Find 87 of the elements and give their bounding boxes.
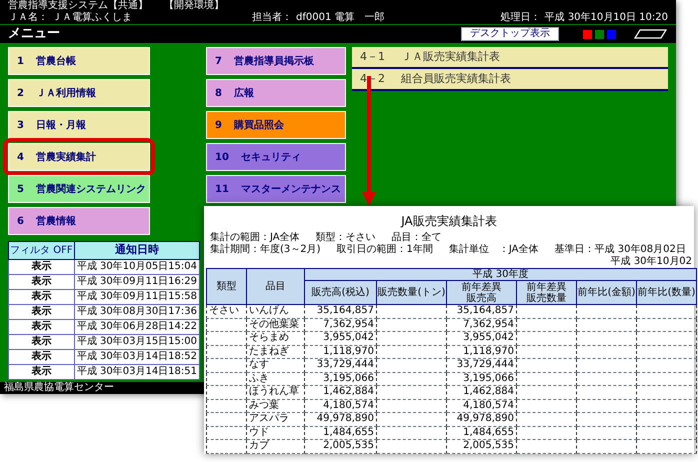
item-cell: みつ葉 — [249, 400, 279, 411]
prev-diff-cell: 3,955,042 — [463, 332, 514, 344]
table-cell: 平成 30年06月28日14:22 — [74, 319, 200, 334]
sales-cell: 35,164,857 — [316, 305, 374, 316]
item-cell: なす — [249, 359, 269, 370]
report-condition: 類型：そさい — [316, 232, 376, 244]
submenu-item[interactable]: 4－1 ＪＡ販売実績集計表 — [352, 47, 668, 69]
prev-diff-cell: 33,729,444 — [456, 359, 514, 370]
sales-cell: 3,195,066 — [323, 372, 374, 384]
column-header: 前年比(数量) — [636, 280, 696, 304]
sales-cell: 1,462,884 — [323, 386, 374, 398]
column-header: フィルタ OFF — [8, 242, 74, 259]
sales-cell: 49,978,890 — [316, 413, 374, 424]
table-cell: 平成 30年03月14日18:51 — [74, 364, 200, 379]
table-cell: 平成 30年03月14日18:52 — [74, 349, 200, 364]
processing-date: 平成 30年10月10日 10:20 — [544, 12, 668, 24]
table-cell: 平成 30年08月30日17:36 — [74, 304, 200, 319]
color-swatch[interactable] — [607, 30, 616, 38]
table-cell: 平成 30年09月11日15:58 — [74, 289, 200, 304]
table-cell: 平成 30年10月05日15:04 — [74, 259, 200, 274]
prev-diff-cell: 3,195,066 — [463, 372, 514, 384]
prev-diff-cell: 49,978,890 — [456, 413, 514, 424]
sales-cell: 1,484,655 — [323, 426, 374, 438]
column-header: 前年差異 販売高 — [446, 280, 516, 304]
item-cell: カブ — [249, 440, 269, 452]
column-header: 前年比(金額) — [576, 280, 636, 304]
item-cell: ウド — [249, 426, 269, 438]
report-condition: 集計期間：年度(3～2月) — [210, 244, 321, 256]
sales-cell: 3,955,042 — [323, 332, 374, 344]
ja-name: ＪＡ電算ふくしま — [52, 12, 133, 24]
sales-cell: 7,362,954 — [323, 318, 374, 330]
column-header: 通知日時 — [74, 242, 200, 259]
color-swatch[interactable] — [583, 30, 592, 38]
table-cell: 平成 30年03月15日15:00 — [74, 334, 200, 349]
prev-diff-cell: 1,118,970 — [463, 346, 514, 357]
footer-text: 福島県農協電算センター — [4, 382, 114, 394]
item-cell: そらまめ — [249, 332, 289, 344]
report-condition: 品目：全て — [392, 232, 442, 244]
staff-label: 担当者： — [252, 12, 292, 24]
item-cell: ほうれん草 — [249, 386, 299, 398]
menu-tile[interactable]: 10 セキュリティ — [206, 143, 346, 171]
sales-cell: 2,005,535 — [323, 440, 374, 452]
sales-cell: 1,118,970 — [323, 346, 374, 357]
item-cell: たまねぎ — [249, 346, 289, 357]
prev-diff-cell: 1,484,655 — [463, 426, 514, 438]
item-cell: アスパラ — [249, 413, 289, 424]
sales-cell: 4,180,574 — [323, 400, 374, 411]
menu-tile[interactable]: 4 営農実績集計 — [8, 143, 150, 171]
staff-name: df0001 電算 一郎 — [296, 12, 384, 24]
report-condition: 取引日の範囲：1年間 — [336, 244, 433, 256]
menu-tile[interactable]: 5 営農関連システムリンク — [8, 175, 150, 203]
prev-diff-cell: 2,005,535 — [463, 440, 514, 452]
column-header: 品目 — [246, 268, 304, 304]
column-header: 類型 — [206, 268, 246, 304]
desktop-button[interactable]: デスクトップ表示 — [461, 27, 559, 41]
ja-label: ＪＡ名： — [8, 12, 48, 24]
table-cell: 平成 30年09月11日16:29 — [74, 274, 200, 289]
date-label: 処理日： — [500, 12, 541, 24]
menu-tile[interactable]: 1 営農台帳 — [8, 47, 150, 75]
column-header: 販売数量(トン) — [376, 280, 446, 304]
report-title: JA販売実績集計表 — [401, 214, 497, 228]
column-group-header: 平成 30年度 — [304, 268, 696, 280]
column-header: 販売高(税込) — [304, 280, 376, 304]
menu-tile[interactable]: 9 購買品照会 — [206, 111, 346, 139]
item-cell: ふき — [249, 372, 269, 384]
sales-cell: 33,729,444 — [316, 359, 374, 370]
item-cell: いんげん — [249, 305, 289, 316]
menu-tile[interactable]: 11 マスターメンテナンス — [206, 175, 346, 203]
prev-diff-cell: 7,362,954 — [463, 318, 514, 330]
menu-tile[interactable]: 2 ＪＡ利用情報 — [8, 79, 150, 107]
report-condition: 集計の範囲：JA全体 — [210, 232, 300, 244]
logo-drawing — [632, 29, 668, 39]
column-header: 前年差異 販売数量 — [516, 280, 576, 304]
menu-title: メニュー — [8, 25, 60, 44]
report-condition: 集計単位 ：JA全体 — [448, 244, 539, 256]
menu-tile[interactable]: 7 営農指導員掲示板 — [206, 47, 346, 75]
print-date: 平成 30年10月02 — [610, 256, 692, 268]
item-cell: その他葉菜 — [249, 318, 299, 330]
prev-diff-cell: 1,462,884 — [463, 386, 514, 398]
prev-diff-cell: 35,164,857 — [456, 305, 514, 316]
report-condition: 基準日：平成 30年08月02日 — [554, 244, 686, 256]
menu-tile[interactable]: 8 広報 — [206, 79, 346, 107]
menu-tile[interactable]: 6 営農情報 — [8, 207, 150, 235]
prev-diff-cell: 4,180,574 — [463, 400, 514, 411]
menu-tile[interactable]: 3 日報・月報 — [8, 111, 150, 139]
color-swatch[interactable] — [595, 30, 604, 38]
category-cell: そさい — [209, 305, 239, 316]
